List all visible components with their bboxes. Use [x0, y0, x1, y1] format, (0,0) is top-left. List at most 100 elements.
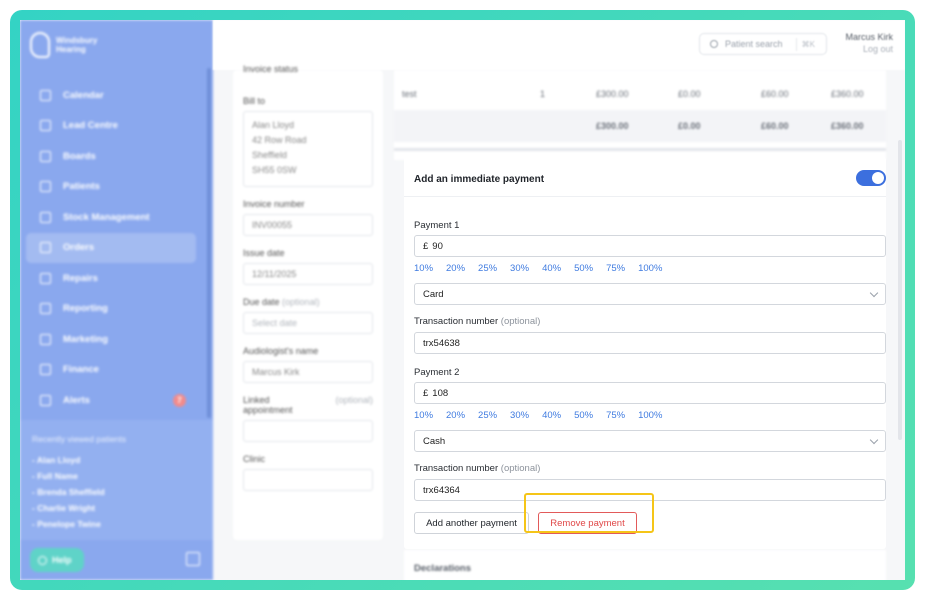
toggle-knob	[872, 172, 884, 184]
sidebar-item-finance[interactable]: Finance	[26, 355, 196, 386]
transaction-number-label-text: Transaction number	[414, 463, 499, 474]
sidebar-scrollbar[interactable]	[207, 68, 211, 418]
percent-option[interactable]: 20%	[446, 410, 465, 421]
issue-date-label: Issue date	[243, 248, 285, 258]
payment-2-method-value: Cash	[423, 435, 446, 447]
table-cell: test	[402, 89, 417, 99]
sidebar-item-marketing[interactable]: Marketing	[26, 324, 196, 355]
sidebar-item-stock-management[interactable]: Stock Management	[26, 202, 196, 233]
calendar-icon	[40, 89, 51, 101]
user-name: Marcus Kirk	[845, 32, 893, 42]
percent-option[interactable]: 40%	[542, 410, 561, 421]
percent-option[interactable]: 25%	[478, 410, 497, 421]
due-date-optional: (optional)	[282, 297, 320, 307]
patients-icon	[40, 181, 51, 193]
percent-option[interactable]: 10%	[414, 263, 433, 274]
payment-1-method-value: Card	[423, 288, 444, 300]
percent-option[interactable]: 100%	[638, 410, 662, 421]
clinic-label: Clinic	[243, 454, 266, 464]
percent-option[interactable]: 30%	[510, 410, 529, 421]
recent-patient-link[interactable]: - Brenda Sheffield	[32, 484, 201, 500]
percent-option[interactable]: 40%	[542, 263, 561, 274]
sidebar-item-label: Orders	[63, 242, 95, 254]
search-icon	[710, 40, 718, 48]
chevron-down-icon	[869, 288, 879, 298]
percent-option[interactable]: 75%	[606, 410, 625, 421]
payment-1-percent-options: 10% 20% 25% 30% 40% 50% 75% 100%	[414, 263, 675, 274]
sidebar-item-orders[interactable]: Orders	[26, 232, 196, 263]
percent-option[interactable]: 10%	[414, 410, 433, 421]
percent-option[interactable]: 20%	[446, 263, 465, 274]
recent-patients-title: Recently viewed patients	[32, 434, 127, 444]
due-date-field[interactable]: Select date	[243, 312, 373, 334]
payment-1-method-select[interactable]: Card	[414, 283, 886, 305]
recent-patients: Recently viewed patients - Alan Lloyd - F…	[20, 420, 213, 540]
remove-payment-button[interactable]: Remove payment	[538, 512, 637, 534]
payment-2-transaction-value: trx64364	[423, 484, 460, 496]
percent-option[interactable]: 75%	[606, 263, 625, 274]
audiologist-label: Audiologist's name	[243, 346, 319, 356]
sidebar-item-alerts[interactable]: Alerts 7	[26, 385, 196, 416]
percent-option[interactable]: 30%	[510, 263, 529, 274]
clinic-select[interactable]	[243, 469, 373, 491]
brand-logo[interactable]: Windsbury Hearing	[30, 32, 116, 58]
help-icon	[38, 555, 47, 565]
transaction-number-label: Transaction number (optional)	[414, 316, 540, 327]
main-scrollbar[interactable]	[898, 140, 902, 440]
payment-2-amount-value: 108	[432, 387, 449, 399]
payment-2-amount-input[interactable]: £108	[414, 382, 886, 404]
declarations-section: Declarations	[404, 550, 886, 580]
sidebar-item-calendar[interactable]: Calendar	[26, 80, 196, 111]
payment-1-transaction-input[interactable]: trx54638	[414, 332, 886, 354]
patient-search-input[interactable]: Patient search ⌘K	[699, 33, 827, 55]
percent-option[interactable]: 50%	[574, 410, 593, 421]
recent-patient-link[interactable]: - Alan Lloyd	[32, 452, 201, 468]
sidebar-item-repairs[interactable]: Repairs	[26, 263, 196, 294]
table-cell: £300.00	[596, 89, 629, 99]
sidebar-item-reporting[interactable]: Reporting	[26, 294, 196, 325]
payment-2-method-select[interactable]: Cash	[414, 430, 886, 452]
recent-patient-link[interactable]: - Full Name	[32, 468, 201, 484]
help-button[interactable]: Help	[30, 548, 84, 572]
headset-icon	[40, 120, 51, 132]
linked-appointment-select[interactable]	[243, 420, 373, 442]
due-date-label-text: Due date	[243, 297, 280, 307]
currency-symbol: £	[423, 240, 429, 252]
recent-patient-link[interactable]: - Penelope Twine	[32, 516, 201, 532]
sidebar-item-boards[interactable]: Boards	[26, 141, 196, 172]
recent-patient-link[interactable]: - Charlie Wright	[32, 500, 201, 516]
total-cell: £360.00	[831, 121, 864, 131]
mail-icon	[40, 333, 51, 345]
invoice-details-panel: Invoice status Bill to Alan Lloyd 42 Row …	[233, 64, 383, 540]
logout-link[interactable]: Log out	[845, 44, 893, 54]
payment-card-header: Add an immediate payment	[404, 157, 886, 197]
table-cell: £60.00	[761, 89, 789, 99]
search-shortcut: ⌘K	[795, 37, 820, 51]
table-row: test 1 £300.00 £0.00 £60.00 £360.00	[394, 78, 886, 110]
sidebar-item-label: Finance	[63, 364, 99, 376]
sidebar-item-label: Calendar	[63, 89, 104, 101]
percent-option[interactable]: 50%	[574, 263, 593, 274]
app-window: Windsbury Hearing Calendar Lead Centre Boa…	[20, 20, 905, 580]
sidebar-item-label: Marketing	[63, 333, 108, 345]
percent-option[interactable]: 100%	[638, 263, 662, 274]
percent-option[interactable]: 25%	[478, 263, 497, 274]
patient-search-placeholder: Patient search	[725, 39, 783, 49]
payment-1-amount-input[interactable]: £90	[414, 235, 886, 257]
ear-logo-icon	[30, 32, 50, 58]
total-cell: £0.00	[678, 121, 701, 131]
add-payment-button[interactable]: Add another payment	[414, 512, 529, 534]
immediate-payment-toggle[interactable]	[856, 170, 886, 186]
table-scrollbar[interactable]	[394, 148, 886, 151]
collapse-sidebar-icon[interactable]	[186, 552, 200, 566]
sidebar-item-lead-centre[interactable]: Lead Centre	[26, 111, 196, 142]
payment-2-transaction-input[interactable]: trx64364	[414, 479, 886, 501]
issue-date-field[interactable]: 12/11/2025	[243, 263, 373, 285]
invoice-number-field[interactable]: INV00055	[243, 214, 373, 236]
sidebar-item-patients[interactable]: Patients	[26, 172, 196, 203]
linked-appointment-optional: (optional)	[335, 395, 373, 405]
bill-to-field[interactable]: Alan Lloyd 42 Row Road Sheffield SH55 0SW	[243, 111, 373, 187]
audiologist-field[interactable]: Marcus Kirk	[243, 361, 373, 383]
payment-1-label: Payment 1	[414, 220, 460, 231]
help-label: Help	[52, 555, 72, 565]
